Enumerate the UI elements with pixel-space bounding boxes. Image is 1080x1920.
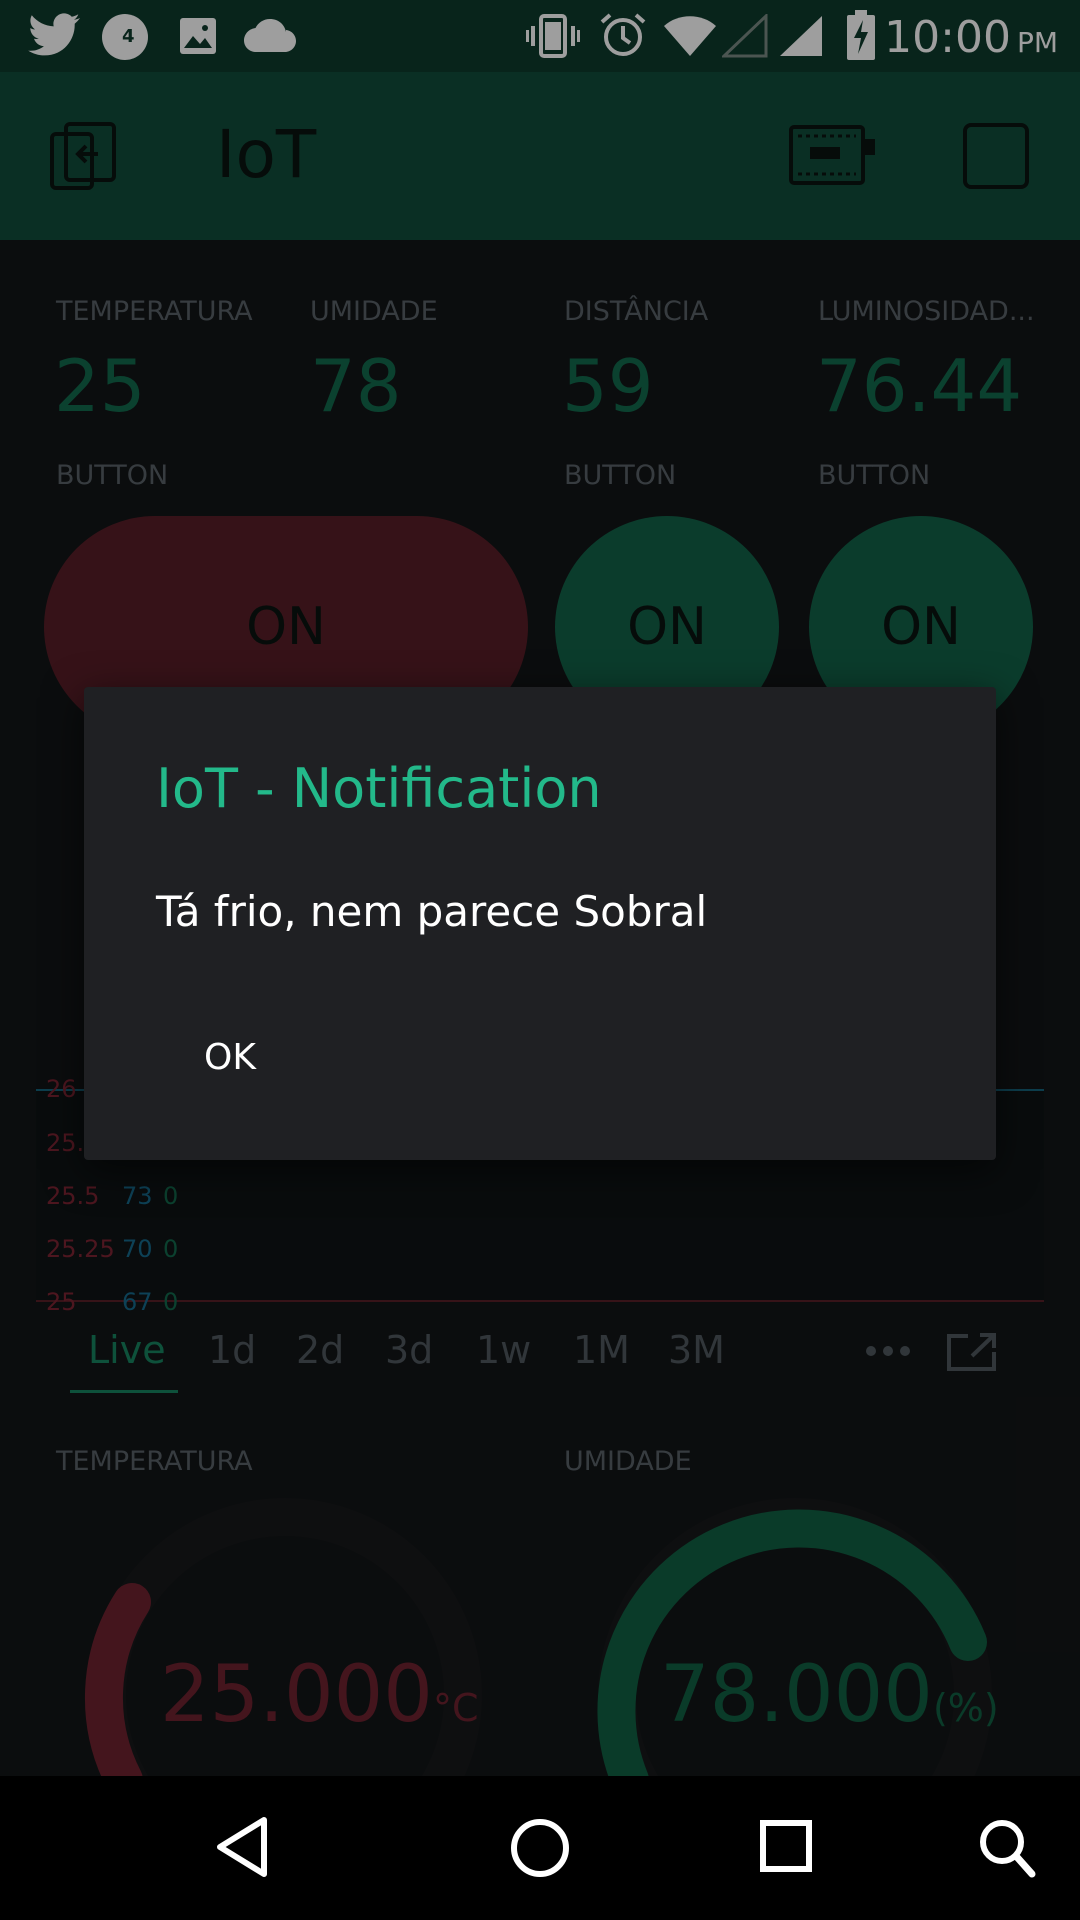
notification-dialog: IoT - Notification Tá frio, nem parece S… [84, 687, 996, 1160]
back-icon[interactable] [214, 1816, 270, 1878]
recents-icon[interactable] [760, 1820, 812, 1872]
navigation-bar [0, 1776, 1080, 1920]
ok-button[interactable]: OK [204, 1037, 256, 1078]
dialog-title: IoT - Notification [156, 757, 602, 820]
home-icon[interactable] [510, 1818, 570, 1878]
dialog-message: Tá frio, nem parece Sobral [156, 887, 708, 936]
search-icon[interactable] [978, 1818, 1036, 1878]
